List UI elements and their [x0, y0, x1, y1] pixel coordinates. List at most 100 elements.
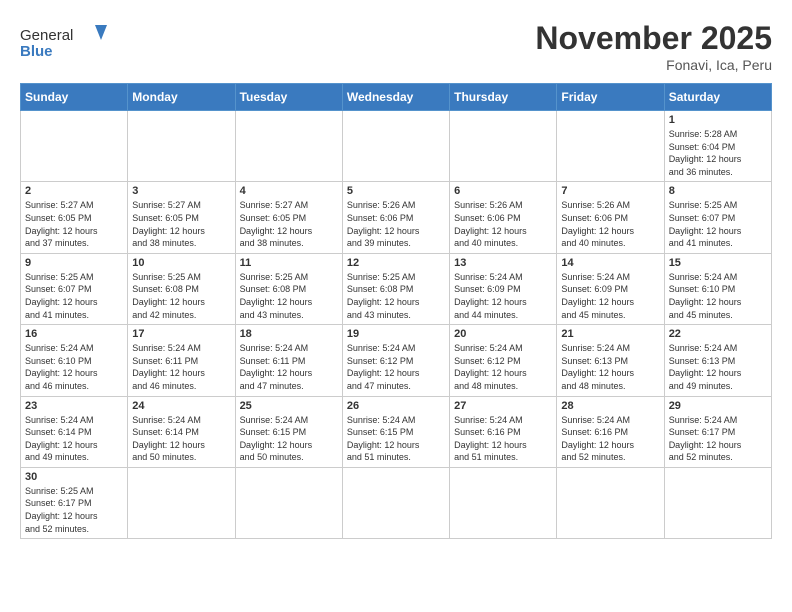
day-number: 16: [25, 328, 123, 340]
calendar-cell: [235, 467, 342, 538]
calendar-cell: [450, 467, 557, 538]
calendar-cell: 7Sunrise: 5:26 AM Sunset: 6:06 PM Daylig…: [557, 182, 664, 253]
day-number: 5: [347, 185, 445, 197]
calendar-week-row: 23 Sunrise: 5:24 AM Sunset: 6:14 PM Dayli…: [21, 396, 772, 467]
day-info: Sunrise: 5:25 AM Sunset: 6:08 PM Dayligh…: [347, 271, 445, 321]
day-number: 26: [347, 400, 445, 412]
calendar-cell: 26 Sunrise: 5:24 AM Sunset: 6:15 PM Dayli…: [342, 396, 449, 467]
day-info: Sunrise: 5:24 AM Sunset: 6:12 PM Dayligh…: [454, 342, 552, 392]
calendar-header-row: Sunday Monday Tuesday Wednesday Thursday…: [21, 84, 772, 111]
logo-svg: General Blue: [20, 20, 110, 60]
day-number: 2: [25, 185, 123, 197]
day-info: Sunrise: 5:24 AM Sunset: 6:16 PM Dayligh…: [561, 414, 659, 464]
day-info: Sunrise: 5:24 AM Sunset: 6:13 PM Dayligh…: [669, 342, 767, 392]
calendar-cell: 29Sunrise: 5:24 AM Sunset: 6:17 PM Dayli…: [664, 396, 771, 467]
day-info: Sunrise: 5:25 AM Sunset: 6:17 PM Dayligh…: [25, 485, 123, 535]
day-number: 10: [132, 257, 230, 269]
day-info: Sunrise: 5:27 AM Sunset: 6:05 PM Dayligh…: [25, 199, 123, 249]
day-info: Sunrise: 5:24 AM Sunset: 6:11 PM Dayligh…: [240, 342, 338, 392]
calendar-cell: 8 Sunrise: 5:25 AM Sunset: 6:07 PM Daylig…: [664, 182, 771, 253]
calendar-cell: 5 Sunrise: 5:26 AM Sunset: 6:06 PM Daylig…: [342, 182, 449, 253]
col-monday: Monday: [128, 84, 235, 111]
calendar-week-row: 1 Sunrise: 5:28 AM Sunset: 6:04 PM Daylig…: [21, 111, 772, 182]
calendar-cell: 17 Sunrise: 5:24 AM Sunset: 6:11 PM Dayli…: [128, 325, 235, 396]
day-info: Sunrise: 5:25 AM Sunset: 6:07 PM Dayligh…: [669, 199, 767, 249]
calendar-cell: 18Sunrise: 5:24 AM Sunset: 6:11 PM Dayli…: [235, 325, 342, 396]
day-info: Sunrise: 5:24 AM Sunset: 6:12 PM Dayligh…: [347, 342, 445, 392]
calendar-cell: 10Sunrise: 5:25 AM Sunset: 6:08 PM Dayli…: [128, 253, 235, 324]
calendar-cell: 23 Sunrise: 5:24 AM Sunset: 6:14 PM Dayli…: [21, 396, 128, 467]
day-info: Sunrise: 5:24 AM Sunset: 6:11 PM Dayligh…: [132, 342, 230, 392]
day-info: Sunrise: 5:25 AM Sunset: 6:08 PM Dayligh…: [240, 271, 338, 321]
day-number: 9: [25, 257, 123, 269]
day-number: 15: [669, 257, 767, 269]
day-info: Sunrise: 5:24 AM Sunset: 6:09 PM Dayligh…: [561, 271, 659, 321]
col-friday: Friday: [557, 84, 664, 111]
calendar-week-row: 2 Sunrise: 5:27 AM Sunset: 6:05 PM Daylig…: [21, 182, 772, 253]
location: Fonavi, Ica, Peru: [535, 57, 772, 73]
calendar-cell: [128, 467, 235, 538]
calendar-cell: 12 Sunrise: 5:25 AM Sunset: 6:08 PM Dayli…: [342, 253, 449, 324]
calendar-cell: [235, 111, 342, 182]
calendar-cell: 9 Sunrise: 5:25 AM Sunset: 6:07 PM Daylig…: [21, 253, 128, 324]
day-number: 24: [132, 400, 230, 412]
calendar-cell: [664, 467, 771, 538]
calendar-cell: 13Sunrise: 5:24 AM Sunset: 6:09 PM Dayli…: [450, 253, 557, 324]
page-header: General Blue November 2025 Fonavi, Ica, …: [20, 20, 772, 73]
calendar-week-row: 9 Sunrise: 5:25 AM Sunset: 6:07 PM Daylig…: [21, 253, 772, 324]
day-info: Sunrise: 5:26 AM Sunset: 6:06 PM Dayligh…: [347, 199, 445, 249]
day-info: Sunrise: 5:26 AM Sunset: 6:06 PM Dayligh…: [454, 199, 552, 249]
svg-text:Blue: Blue: [20, 43, 53, 60]
calendar-cell: 11Sunrise: 5:25 AM Sunset: 6:08 PM Dayli…: [235, 253, 342, 324]
svg-text:General: General: [20, 27, 73, 44]
day-info: Sunrise: 5:27 AM Sunset: 6:05 PM Dayligh…: [240, 199, 338, 249]
day-number: 13: [454, 257, 552, 269]
calendar-cell: 6Sunrise: 5:26 AM Sunset: 6:06 PM Daylig…: [450, 182, 557, 253]
day-info: Sunrise: 5:24 AM Sunset: 6:15 PM Dayligh…: [347, 414, 445, 464]
calendar-cell: 1 Sunrise: 5:28 AM Sunset: 6:04 PM Daylig…: [664, 111, 771, 182]
calendar-cell: 15Sunrise: 5:24 AM Sunset: 6:10 PM Dayli…: [664, 253, 771, 324]
calendar-week-row: 30Sunrise: 5:25 AM Sunset: 6:17 PM Dayli…: [21, 467, 772, 538]
calendar-cell: 24 Sunrise: 5:24 AM Sunset: 6:14 PM Dayli…: [128, 396, 235, 467]
day-number: 12: [347, 257, 445, 269]
calendar-cell: 3Sunrise: 5:27 AM Sunset: 6:05 PM Daylig…: [128, 182, 235, 253]
day-info: Sunrise: 5:24 AM Sunset: 6:14 PM Dayligh…: [25, 414, 123, 464]
logo: General Blue: [20, 20, 110, 60]
calendar-week-row: 16Sunrise: 5:24 AM Sunset: 6:10 PM Dayli…: [21, 325, 772, 396]
calendar-cell: [557, 467, 664, 538]
day-info: Sunrise: 5:24 AM Sunset: 6:13 PM Dayligh…: [561, 342, 659, 392]
day-number: 25: [240, 400, 338, 412]
calendar-cell: 22 Sunrise: 5:24 AM Sunset: 6:13 PM Dayli…: [664, 325, 771, 396]
calendar-cell: 16Sunrise: 5:24 AM Sunset: 6:10 PM Dayli…: [21, 325, 128, 396]
day-info: Sunrise: 5:24 AM Sunset: 6:14 PM Dayligh…: [132, 414, 230, 464]
day-info: Sunrise: 5:28 AM Sunset: 6:04 PM Dayligh…: [669, 128, 767, 178]
day-number: 7: [561, 185, 659, 197]
calendar-cell: [128, 111, 235, 182]
day-number: 3: [132, 185, 230, 197]
day-number: 1: [669, 114, 767, 126]
day-number: 23: [25, 400, 123, 412]
day-info: Sunrise: 5:24 AM Sunset: 6:17 PM Dayligh…: [669, 414, 767, 464]
day-number: 4: [240, 185, 338, 197]
month-title: November 2025: [535, 20, 772, 57]
day-info: Sunrise: 5:24 AM Sunset: 6:15 PM Dayligh…: [240, 414, 338, 464]
calendar-cell: 30Sunrise: 5:25 AM Sunset: 6:17 PM Dayli…: [21, 467, 128, 538]
calendar-cell: 14 Sunrise: 5:24 AM Sunset: 6:09 PM Dayli…: [557, 253, 664, 324]
title-block: November 2025 Fonavi, Ica, Peru: [535, 20, 772, 73]
day-number: 14: [561, 257, 659, 269]
day-info: Sunrise: 5:25 AM Sunset: 6:07 PM Dayligh…: [25, 271, 123, 321]
day-number: 22: [669, 328, 767, 340]
calendar-cell: [342, 467, 449, 538]
calendar-cell: 20Sunrise: 5:24 AM Sunset: 6:12 PM Dayli…: [450, 325, 557, 396]
calendar-cell: 27Sunrise: 5:24 AM Sunset: 6:16 PM Dayli…: [450, 396, 557, 467]
day-number: 17: [132, 328, 230, 340]
calendar-cell: [557, 111, 664, 182]
calendar-cell: 19 Sunrise: 5:24 AM Sunset: 6:12 PM Dayli…: [342, 325, 449, 396]
col-thursday: Thursday: [450, 84, 557, 111]
col-saturday: Saturday: [664, 84, 771, 111]
calendar-cell: 25 Sunrise: 5:24 AM Sunset: 6:15 PM Dayli…: [235, 396, 342, 467]
day-number: 8: [669, 185, 767, 197]
day-number: 19: [347, 328, 445, 340]
day-info: Sunrise: 5:24 AM Sunset: 6:16 PM Dayligh…: [454, 414, 552, 464]
calendar-cell: [450, 111, 557, 182]
